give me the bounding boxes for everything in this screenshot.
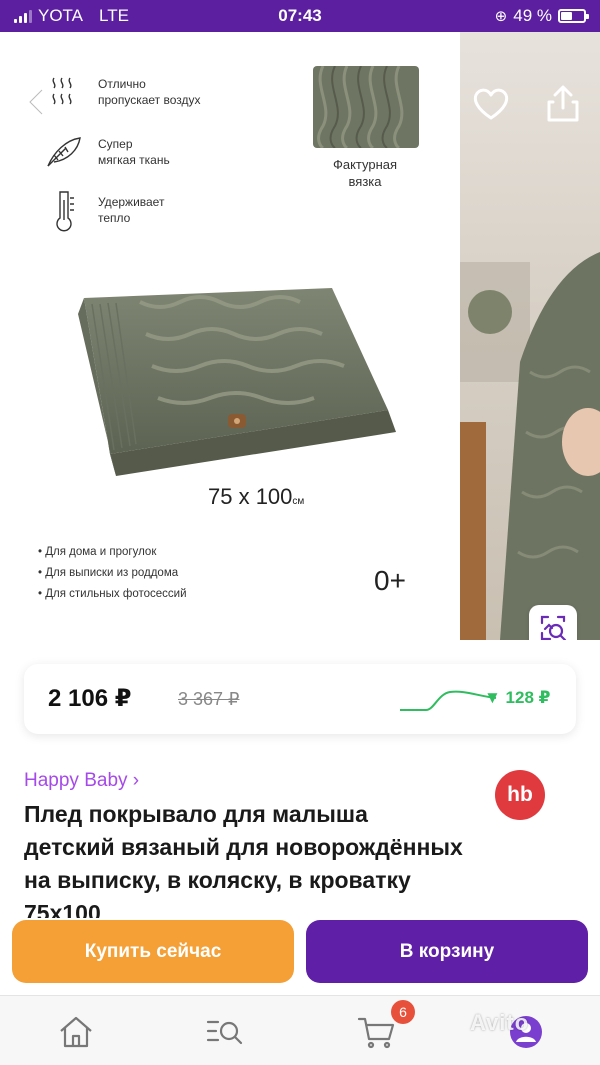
feature-breathable-line1: Отлично bbox=[98, 77, 146, 91]
size-label: 75 x 100см bbox=[208, 484, 304, 510]
feature-soft-line1: Супер bbox=[98, 137, 133, 151]
share-button[interactable] bbox=[545, 84, 581, 124]
share-icon bbox=[547, 85, 579, 122]
chevron-left-icon bbox=[28, 88, 44, 116]
old-price: 3 367 ₽ bbox=[178, 689, 240, 709]
feature-soft-line2: мягкая ткань bbox=[98, 153, 170, 167]
avito-watermark: Avito bbox=[470, 1010, 530, 1035]
battery-fill bbox=[561, 12, 572, 20]
favorite-button[interactable] bbox=[472, 86, 510, 122]
location-icon: ⊕ bbox=[494, 8, 508, 25]
gallery-slide-infographic[interactable]: Отлично пропускает воздух Супер мягкая тка… bbox=[0, 32, 460, 640]
thermometer-icon bbox=[44, 190, 84, 232]
use-item: Для стильных фотосессий bbox=[38, 584, 186, 605]
swatch-caption-line1: Фактурная bbox=[332, 157, 398, 172]
current-price: 2 106 ₽ bbox=[48, 685, 132, 712]
cart-badge: 6 bbox=[391, 1000, 415, 1024]
use-item: Для выписки из роддома bbox=[38, 563, 187, 584]
heart-icon bbox=[473, 88, 509, 120]
feature-warm: Удерживает тепло bbox=[44, 190, 165, 232]
price-card[interactable]: 2 106 ₽ 3 367 ₽ ▼ 128 ₽ bbox=[24, 664, 576, 734]
brand-link[interactable]: Happy Baby › bbox=[24, 770, 139, 792]
battery-icon bbox=[558, 9, 589, 23]
back-button[interactable] bbox=[22, 86, 54, 118]
swatch-caption: Фактурная вязка bbox=[300, 156, 430, 190]
age-label: 0+ bbox=[374, 565, 406, 596]
catalog-search-icon bbox=[206, 1020, 243, 1045]
tab-cart[interactable] bbox=[356, 1012, 396, 1052]
add-to-cart-button[interactable]: В корзину bbox=[306, 920, 588, 983]
price-drop: ▼ 128 ₽ bbox=[484, 688, 551, 707]
size-value: 75 x 100 bbox=[208, 484, 293, 509]
uses-list: Для дома и прогулок Для выписки из роддо… bbox=[38, 542, 187, 605]
feature-soft: Супер мягкая ткань bbox=[44, 132, 170, 172]
feature-breathable-line2: пропускает воздух bbox=[98, 93, 201, 107]
status-bar: YOTA LTE 07:43 ⊕ 49 % bbox=[0, 0, 600, 32]
tab-catalog[interactable] bbox=[204, 1012, 244, 1052]
feather-icon bbox=[44, 132, 84, 172]
swatch-caption-line2: вязка bbox=[348, 174, 382, 189]
image-search-icon bbox=[540, 615, 567, 640]
price-trend-chart bbox=[400, 690, 497, 711]
product-gallery[interactable]: Отлично пропускает воздух Супер мягкая тка… bbox=[0, 32, 600, 640]
blanket-image bbox=[70, 254, 410, 484]
use-item: Для дома и прогулок bbox=[38, 542, 187, 563]
knit-texture-swatch bbox=[313, 66, 419, 148]
brand-logo[interactable]: hb bbox=[495, 770, 545, 820]
product-title: Плед покрывало для малыша детский вязаны… bbox=[24, 801, 463, 918]
feature-breathable: Отлично пропускает воздух bbox=[44, 72, 201, 112]
product-screen: YOTA LTE 07:43 ⊕ 49 % Отлично пропускает … bbox=[0, 0, 600, 1065]
tab-home[interactable] bbox=[56, 1012, 96, 1052]
battery-percent: 49 % bbox=[513, 6, 552, 25]
feature-warm-line1: Удерживает bbox=[98, 195, 165, 209]
home-icon bbox=[60, 1016, 92, 1048]
feature-warm-line2: тепло bbox=[98, 211, 131, 225]
cart-icon bbox=[357, 1017, 395, 1049]
visual-search-button[interactable] bbox=[529, 605, 577, 640]
status-right: ⊕ 49 % bbox=[494, 6, 589, 26]
size-unit: см bbox=[292, 496, 305, 507]
buy-now-button[interactable]: Купить сейчас bbox=[12, 920, 294, 983]
